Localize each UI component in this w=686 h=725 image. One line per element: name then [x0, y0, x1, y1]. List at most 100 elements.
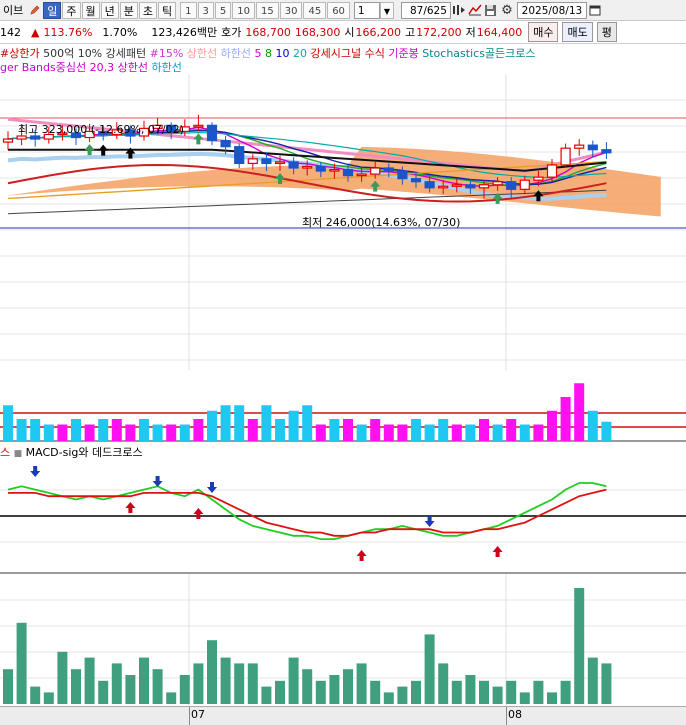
legend-item[interactable]: 상한선 [187, 47, 217, 60]
signal-bar [125, 424, 136, 441]
macd-legend-prefix: 스 [0, 446, 11, 459]
bollinger-legend: ger Bands중심선 20,3 상한선 하한선 [0, 59, 182, 75]
legend-item[interactable]: Stochastics골든크로스 [422, 47, 535, 60]
signal-bar [139, 419, 149, 441]
macd-legend: 스 ■ MACD-sig와 데드크로스 [0, 444, 143, 460]
volume-bar [506, 680, 517, 704]
interval-button-15[interactable]: 15 [255, 1, 279, 19]
volume-bar [533, 680, 544, 704]
signal-bar [356, 424, 367, 441]
candle-body [247, 158, 258, 165]
signal-bar [98, 419, 109, 441]
legend-item[interactable]: 기준봉 [388, 47, 418, 60]
volume-bar [3, 669, 13, 704]
save-icon[interactable] [483, 2, 499, 19]
volume-bar [451, 680, 462, 704]
volume-bar [465, 675, 476, 704]
calendar-icon[interactable] [587, 2, 603, 19]
volume-bar [479, 680, 489, 704]
legend-item[interactable]: 10 [276, 47, 290, 60]
interval-button-1[interactable]: 1 [180, 1, 197, 19]
candle-body [574, 144, 585, 149]
volume-bar [71, 669, 81, 704]
high-price: 172,200 [416, 25, 462, 39]
signal-bar [492, 424, 503, 441]
trade-volume: 123,426백만 [151, 26, 218, 39]
chart-settings-icon[interactable] [467, 2, 483, 19]
period-button-month[interactable]: 월 [81, 1, 100, 19]
signal-bar [166, 424, 177, 441]
period-button-week[interactable]: 주 [62, 1, 81, 19]
high-annotation: 최고 323,000 (-12.69%, 07/02) [18, 123, 184, 136]
volume-bar [356, 663, 367, 704]
eval-button[interactable]: 평 [596, 22, 617, 42]
period-button-year[interactable]: 년 [100, 1, 119, 19]
zoom-chart-icon[interactable] [451, 2, 467, 19]
volume-bar [315, 680, 326, 704]
buy-button[interactable]: 매수 [528, 22, 559, 42]
signal-bar [479, 419, 489, 441]
red-up-arrow-icon [125, 502, 136, 513]
low-annotation: 최저 246,000(14.63%, 07/30) [302, 216, 461, 229]
signal-bar [288, 410, 299, 441]
volume-bar [125, 675, 136, 704]
period-button-day[interactable]: 일 [43, 1, 62, 19]
signal-bar [16, 419, 27, 441]
volume-bar [329, 675, 340, 704]
signal-bar [343, 419, 353, 441]
period-button-second[interactable]: 초 [138, 1, 157, 19]
blue-down-arrow-icon [152, 476, 163, 487]
interval-button-10[interactable]: 10 [232, 1, 255, 19]
legend-item[interactable]: 상한선 [118, 61, 148, 74]
period-button-tick[interactable]: 틱 [158, 1, 177, 19]
candle-body [533, 176, 544, 181]
legend-item[interactable]: 강세시그널 수식 [311, 47, 385, 60]
candle-body [220, 139, 231, 148]
signal-bar [247, 419, 258, 441]
legend-item[interactable]: 하한선 [221, 47, 251, 60]
interval-button-5[interactable]: 5 [214, 1, 232, 19]
legend-item[interactable]: 5 [255, 47, 262, 60]
volume-bar [193, 663, 204, 704]
edit-pencil-icon[interactable] [27, 2, 43, 19]
price-value: 142 [0, 25, 21, 39]
chart-toolbar: 이브 일 주 월 년 분 초 틱 1 3 5 10 15 30 45 60 1 … [0, 0, 686, 21]
volume-bar [179, 675, 190, 704]
legend-item[interactable]: 하한선 [151, 61, 181, 74]
volume-bar [234, 663, 245, 704]
signal-bar [111, 419, 122, 441]
legend-item[interactable]: 20 [293, 47, 307, 60]
macd-legend-square-icon: ■ [13, 449, 23, 459]
interval-button-3[interactable]: 3 [197, 1, 214, 19]
signal-bar [451, 424, 462, 441]
period-button-minute[interactable]: 분 [119, 1, 138, 19]
signal-bar [533, 424, 544, 441]
candle-body [234, 146, 245, 165]
signal-bar [411, 419, 421, 441]
candle-body [288, 161, 299, 169]
sell-button[interactable]: 매도 [562, 22, 593, 42]
volume-bar [111, 663, 122, 704]
red-up-arrow-icon [492, 546, 503, 557]
volume-bar [275, 680, 285, 704]
signal-bar [193, 419, 204, 441]
volume-bar [397, 686, 408, 704]
signal-bar [152, 424, 163, 441]
candle-body [356, 173, 367, 177]
volume-bar [98, 680, 109, 704]
legend-item[interactable]: 8 [265, 47, 272, 60]
volume-bar [57, 651, 68, 704]
volume-bar [16, 622, 27, 704]
open-price: 166,200 [355, 25, 401, 39]
interval-button-30[interactable]: 30 [279, 1, 303, 19]
gear-icon[interactable]: ⚙ [499, 2, 515, 19]
count-dropdown-button[interactable]: ▼ [379, 1, 394, 19]
legend-item[interactable]: ger Bands중심선 20,3 [0, 61, 114, 74]
date-field[interactable]: 2025/08/13 [516, 1, 587, 19]
interval-button-60[interactable]: 60 [327, 1, 350, 19]
interval-button-45[interactable]: 45 [303, 1, 327, 19]
volume-bar [560, 680, 571, 704]
count-input[interactable]: 1 [353, 1, 380, 19]
volume-bar [438, 663, 449, 704]
low-price: 164,400 [476, 25, 523, 39]
